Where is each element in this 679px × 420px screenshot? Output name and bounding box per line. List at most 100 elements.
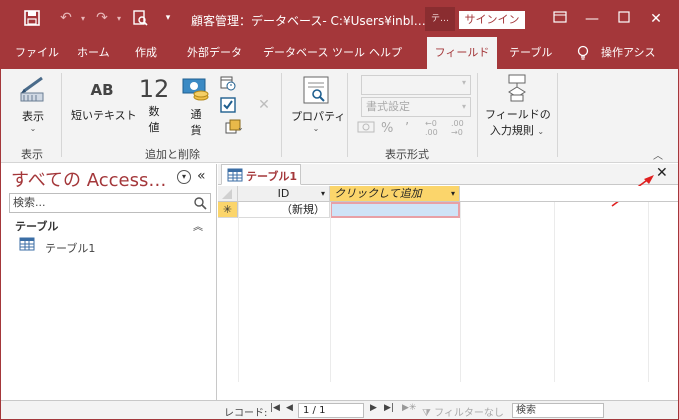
filter-indicator[interactable]: ⧩ フィルターなし [422, 404, 504, 419]
new-record-selector[interactable]: ✳ [218, 202, 238, 218]
format-dropdown[interactable]: 書式設定 ▾ [361, 97, 471, 117]
chevron-up-icon[interactable]: ︽ [193, 218, 203, 233]
view-dropdown-icon: ⌄ [29, 124, 37, 133]
print-preview-icon[interactable] [131, 10, 149, 28]
column-header-label: クリックして追加 [334, 187, 422, 200]
column-dropdown-icon[interactable]: ▾ [451, 186, 455, 201]
search-icon [194, 197, 207, 210]
currency-button[interactable]: 通 貨 [179, 75, 213, 138]
minimize-icon[interactable]: — [581, 9, 603, 29]
tab-external-data[interactable]: 外部データ [187, 37, 242, 69]
validation-label-1: フィールドの [485, 108, 551, 121]
grid-line [648, 202, 649, 382]
tab-table1[interactable]: テーブル1 [221, 164, 301, 185]
record-label: レコード: [224, 408, 268, 419]
decrease-decimals-button[interactable]: .00 →0 [451, 119, 464, 137]
number-button[interactable]: 12 数 値 [137, 75, 171, 135]
format-group-label: 表示形式 [385, 148, 429, 161]
column-header-add[interactable]: クリックして追加 ▾ [330, 186, 460, 202]
filter-icon: ⧩ [422, 408, 435, 419]
select-all-corner[interactable] [218, 186, 238, 202]
properties-label: プロパティ [291, 110, 346, 123]
nav-search-input[interactable]: 検索... [9, 193, 211, 213]
tab-table[interactable]: テーブル [509, 37, 552, 69]
grid-line [330, 202, 331, 382]
add-delete-group-label: 追加と削除 [145, 148, 200, 161]
customize-qat-icon[interactable]: ▾ [161, 13, 175, 31]
date-time-button[interactable] [219, 75, 237, 94]
redo-icon[interactable]: ↷ [91, 10, 113, 28]
window-close-icon[interactable]: ✕ [645, 9, 667, 29]
new-record-icon[interactable]: ▶✳ [402, 403, 416, 413]
delete-field-button[interactable]: ✕ [255, 97, 273, 113]
ribbon-display-options-icon[interactable] [549, 9, 571, 29]
last-record-icon[interactable]: ▶| [384, 403, 394, 413]
validation-dropdown-icon: ⌄ [537, 127, 545, 136]
nav-item-label: テーブル1 [45, 242, 96, 255]
lightbulb-icon[interactable] [577, 37, 591, 69]
navigation-pane: すべての Access… ▾ « 検索... テーブル ︽ テーブル1 [1, 164, 217, 400]
tab-tell-me[interactable]: 操作アシス [601, 37, 656, 69]
nav-pane-title[interactable]: すべての Access… [11, 166, 166, 192]
format-dropdown-icon: ▾ [461, 102, 466, 111]
document-area: テーブル1 ✕ ID ▾ クリックして追加 ▾ ✳ （新規） [218, 164, 678, 400]
shutter-bar-icon[interactable]: « [197, 168, 206, 184]
ribbon: 表示 ⌄ 表示 AB 短いテキスト 12 数 値 通 貨 ⌄ ✕ 追加と削除 プ… [1, 69, 678, 163]
table-icon [19, 237, 35, 251]
tab-help[interactable]: ヘルプ [369, 37, 402, 69]
save-icon[interactable] [23, 10, 41, 28]
properties-icon [303, 76, 329, 104]
number-label-1: 数 [148, 105, 160, 118]
tab-home[interactable]: ホーム [77, 37, 110, 69]
next-record-icon[interactable]: ▶ [370, 403, 377, 413]
tab-fields[interactable]: フィールド [427, 37, 497, 69]
comma-format-button[interactable]: ’ [405, 121, 409, 136]
undo-icon[interactable]: ↶ [55, 10, 77, 28]
number-icon: 12 [138, 75, 170, 103]
nav-item-table1[interactable]: テーブル1 [19, 237, 95, 255]
column-header-id[interactable]: ID ▾ [238, 186, 330, 202]
more-fields-button[interactable]: ⌄ [219, 119, 247, 138]
grid-line [554, 202, 555, 382]
field-validation-button[interactable]: フィールドの 入力規則 ⌄ [485, 73, 551, 138]
short-text-button[interactable]: AB 短いテキスト [71, 81, 137, 123]
signin-button[interactable]: サインイン [459, 11, 525, 29]
properties-button[interactable]: プロパティ ⌄ [291, 75, 346, 133]
tab-database-tools[interactable]: データベース ツール [263, 37, 365, 69]
filter-label: フィルターなし [434, 408, 504, 419]
validation-icon [508, 74, 526, 102]
new-row-id-cell[interactable]: （新規） [238, 202, 330, 218]
yes-no-button[interactable] [219, 97, 237, 116]
doc-tab-label: テーブル1 [246, 170, 297, 183]
current-record-input[interactable]: 1 / 1 [298, 403, 364, 418]
column-dropdown-icon[interactable]: ▾ [321, 186, 325, 201]
first-record-icon[interactable]: |◀ [270, 403, 280, 413]
new-row-add-cell[interactable] [330, 202, 460, 218]
redo-dropdown-icon[interactable]: ▾ [113, 14, 125, 32]
record-search-input[interactable]: 検索 [512, 403, 604, 418]
increase-decimals-button[interactable]: ←0 .00 [425, 119, 438, 137]
title-bar: ↶ ▾ ↷ ▾ ▾ 顧客管理：データベース- C:¥Users¥inbl… テ…… [1, 1, 678, 37]
nav-menu-icon[interactable]: ▾ [177, 170, 191, 184]
view-button[interactable]: 表示 ⌄ [17, 75, 49, 133]
currency-format-icon[interactable] [357, 121, 375, 139]
tab-create[interactable]: 作成 [135, 37, 157, 69]
group-separator [557, 73, 558, 157]
group-separator [61, 73, 62, 157]
ribbon-tabs: ファイル ホーム 作成 外部データ データベース ツール ヘルプ フィールド テ… [1, 37, 678, 69]
more-fields-dropdown-icon: ⌄ [237, 123, 244, 132]
undo-dropdown-icon[interactable]: ▾ [77, 14, 89, 32]
nav-group-tables[interactable]: テーブル [15, 218, 58, 234]
data-type-dropdown[interactable]: ▾ [361, 75, 471, 95]
tab-file[interactable]: ファイル [15, 37, 59, 69]
window-title: 顧客管理：データベース- C:¥Users¥inbl… [191, 14, 426, 28]
currency-label-2: 貨 [190, 124, 202, 137]
grid-line [238, 202, 239, 382]
properties-dropdown-icon: ⌄ [312, 124, 320, 133]
maximize-icon[interactable] [613, 9, 635, 29]
percent-format-button[interactable]: % [381, 121, 393, 136]
format-dropdown-label: 書式設定 [366, 100, 410, 113]
delete-icon: ✕ [258, 97, 270, 113]
previous-record-icon[interactable]: ◀ [286, 403, 293, 413]
collapse-ribbon-icon[interactable]: ︿ [653, 147, 663, 162]
